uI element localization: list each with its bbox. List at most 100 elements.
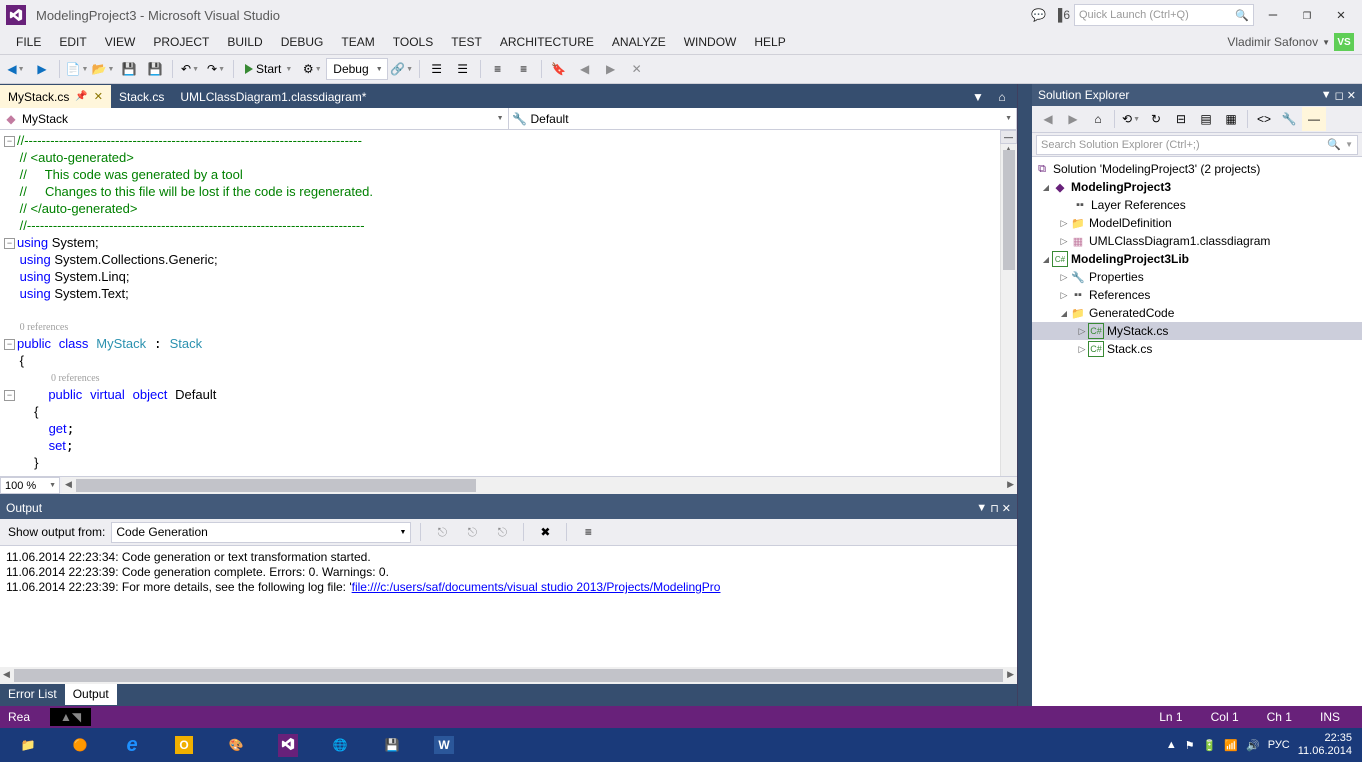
se-properties-button[interactable]: 🔧	[1277, 107, 1301, 131]
scroll-right-icon[interactable]: ▶	[1007, 479, 1014, 490]
se-refresh-button[interactable]: ↻	[1144, 107, 1168, 131]
tree-umldiagram[interactable]: ▦UMLClassDiagram1.classdiagram	[1032, 232, 1362, 250]
menu-test[interactable]: TEST	[443, 33, 490, 51]
nav-back-button[interactable]: ◀▼	[4, 57, 28, 81]
caret-icon[interactable]	[1058, 290, 1070, 301]
se-forward-button[interactable]: ▶	[1061, 107, 1085, 131]
se-sync-button[interactable]: ⟲▼	[1119, 107, 1143, 131]
feedback-icon[interactable]: 💬	[1028, 4, 1050, 26]
se-code-button[interactable]: <>	[1252, 107, 1276, 131]
tree-solution[interactable]: ⧉Solution 'ModelingProject3' (2 projects…	[1032, 160, 1362, 178]
minimize-button[interactable]: —	[1258, 4, 1288, 26]
menu-architecture[interactable]: ARCHITECTURE	[492, 33, 602, 51]
comment-button[interactable]: ☰	[425, 57, 449, 81]
fold-button[interactable]: −	[4, 390, 15, 401]
se-more-button[interactable]: —	[1302, 107, 1326, 131]
taskbar-outlook[interactable]: O	[160, 730, 208, 760]
vertical-scrollbar[interactable]: — ▲	[1000, 130, 1017, 476]
tab-stack[interactable]: Stack.cs	[111, 85, 172, 108]
scroll-left-icon[interactable]: ◀	[65, 479, 72, 490]
undo-button[interactable]: ↶▼	[178, 57, 202, 81]
log-file-link[interactable]: file:///c:/users/saf/documents/visual st…	[352, 580, 721, 594]
taskbar-ie[interactable]: e	[108, 730, 156, 760]
scroll-thumb[interactable]	[76, 479, 476, 492]
bookmark-button[interactable]: 🔖	[547, 57, 571, 81]
taskbar-word[interactable]: W	[420, 730, 468, 760]
caret-icon[interactable]	[1076, 344, 1088, 355]
restore-button[interactable]: ❐	[1292, 4, 1322, 26]
se-menu-button[interactable]: ▼	[1321, 89, 1332, 102]
output-wrap-button[interactable]: ≡	[576, 520, 600, 544]
output-find-button[interactable]: ⎋	[430, 520, 454, 544]
output-hscroll[interactable]: ◀▶	[0, 667, 1017, 684]
output-text[interactable]: 11.06.2014 22:23:34: Code generation or …	[0, 546, 1017, 667]
taskbar-explorer[interactable]: 📁	[4, 730, 52, 760]
notifications-flag[interactable]: ▐ 6	[1054, 8, 1070, 22]
tree-generatedcode[interactable]: 📁GeneratedCode	[1032, 304, 1362, 322]
tree-properties[interactable]: 🔧Properties	[1032, 268, 1362, 286]
split-toggle[interactable]: —	[1000, 130, 1017, 144]
menu-view[interactable]: VIEW	[97, 33, 144, 51]
clear-bookmarks-button[interactable]: ✕	[625, 57, 649, 81]
start-debug-button[interactable]: Start▼	[239, 60, 298, 78]
se-back-button[interactable]: ◀	[1036, 107, 1060, 131]
code-area[interactable]: −//-------------------------------------…	[0, 130, 1000, 476]
user-badge[interactable]: VS	[1334, 33, 1354, 51]
menu-debug[interactable]: DEBUG	[273, 33, 332, 51]
menu-build[interactable]: BUILD	[219, 33, 270, 51]
user-name[interactable]: Vladimir Safonov	[1227, 35, 1318, 49]
caret-icon[interactable]	[1040, 182, 1052, 192]
tree-references[interactable]: ▪▪References	[1032, 286, 1362, 304]
uncomment-button[interactable]: ☰	[451, 57, 475, 81]
tray-volume-icon[interactable]: 🔊	[1246, 739, 1260, 752]
tab-output[interactable]: Output	[65, 684, 117, 705]
tray-arrow-icon[interactable]: ▲	[1166, 739, 1177, 751]
caret-icon[interactable]	[1058, 236, 1070, 247]
nav-forward-button[interactable]: ▶	[30, 57, 54, 81]
panel-close-button[interactable]: ✕	[1002, 502, 1011, 515]
taskbar-chrome[interactable]: 🌐	[316, 730, 364, 760]
prev-bookmark-button[interactable]: ◀	[573, 57, 597, 81]
tab-home-button[interactable]: ⌂	[991, 86, 1013, 108]
panel-menu-button[interactable]: ▼	[976, 502, 987, 515]
output-source-select[interactable]: Code Generation	[111, 522, 411, 543]
tray-battery-icon[interactable]: 🔋	[1203, 739, 1217, 752]
se-close-button[interactable]: ✕	[1347, 89, 1356, 102]
panel-pin-button[interactable]: ⊓	[990, 502, 999, 515]
open-file-button[interactable]: 📂▼	[91, 57, 115, 81]
save-all-button[interactable]: 💾	[143, 57, 167, 81]
se-showall-button[interactable]: ▤	[1194, 107, 1218, 131]
tree-project1[interactable]: ◆ModelingProject3	[1032, 178, 1362, 196]
tree-project2[interactable]: C#ModelingProject3Lib	[1032, 250, 1362, 268]
outdent-button[interactable]: ≡	[512, 57, 536, 81]
caret-icon[interactable]	[1058, 272, 1070, 283]
caret-icon[interactable]	[1040, 254, 1052, 264]
caret-icon[interactable]	[1058, 218, 1070, 229]
taskbar-app[interactable]: 🟠	[56, 730, 104, 760]
taskbar-vs[interactable]	[264, 730, 312, 760]
taskbar-save[interactable]: 💾	[368, 730, 416, 760]
menu-edit[interactable]: EDIT	[51, 33, 94, 51]
pin-icon[interactable]: 📌	[75, 91, 87, 102]
menu-file[interactable]: FILE	[8, 33, 49, 51]
se-preview-button[interactable]: ▦	[1219, 107, 1243, 131]
solution-tree[interactable]: ⧉Solution 'ModelingProject3' (2 projects…	[1032, 157, 1362, 706]
member-combo[interactable]: 🔧 Default	[509, 108, 1018, 129]
new-project-button[interactable]: 📄▼	[65, 57, 89, 81]
quick-launch-input[interactable]: Quick Launch (Ctrl+Q)🔍	[1074, 4, 1254, 26]
se-search-input[interactable]: Search Solution Explorer (Ctrl+;) 🔍 ▼	[1036, 135, 1358, 155]
horizontal-scrollbar[interactable]: ◀▶	[62, 477, 1017, 494]
output-clear-button[interactable]: ✖	[533, 520, 557, 544]
tab-dropdown-button[interactable]: ▼	[967, 86, 989, 108]
se-dock-button[interactable]: ◻	[1335, 89, 1344, 102]
debug-target-button[interactable]: ⚙▼	[300, 57, 324, 81]
caret-icon[interactable]	[1058, 308, 1070, 318]
tree-modeldefinition[interactable]: 📁ModelDefinition	[1032, 214, 1362, 232]
close-tab-icon[interactable]: ✕	[94, 90, 103, 103]
fold-button[interactable]: −	[4, 238, 15, 249]
close-button[interactable]: ✕	[1326, 4, 1356, 26]
se-collapse-button[interactable]: ⊟	[1169, 107, 1193, 131]
zoom-select[interactable]: 100 %	[0, 477, 60, 494]
menu-project[interactable]: PROJECT	[145, 33, 217, 51]
tab-mystack[interactable]: MyStack.cs 📌 ✕	[0, 85, 111, 108]
